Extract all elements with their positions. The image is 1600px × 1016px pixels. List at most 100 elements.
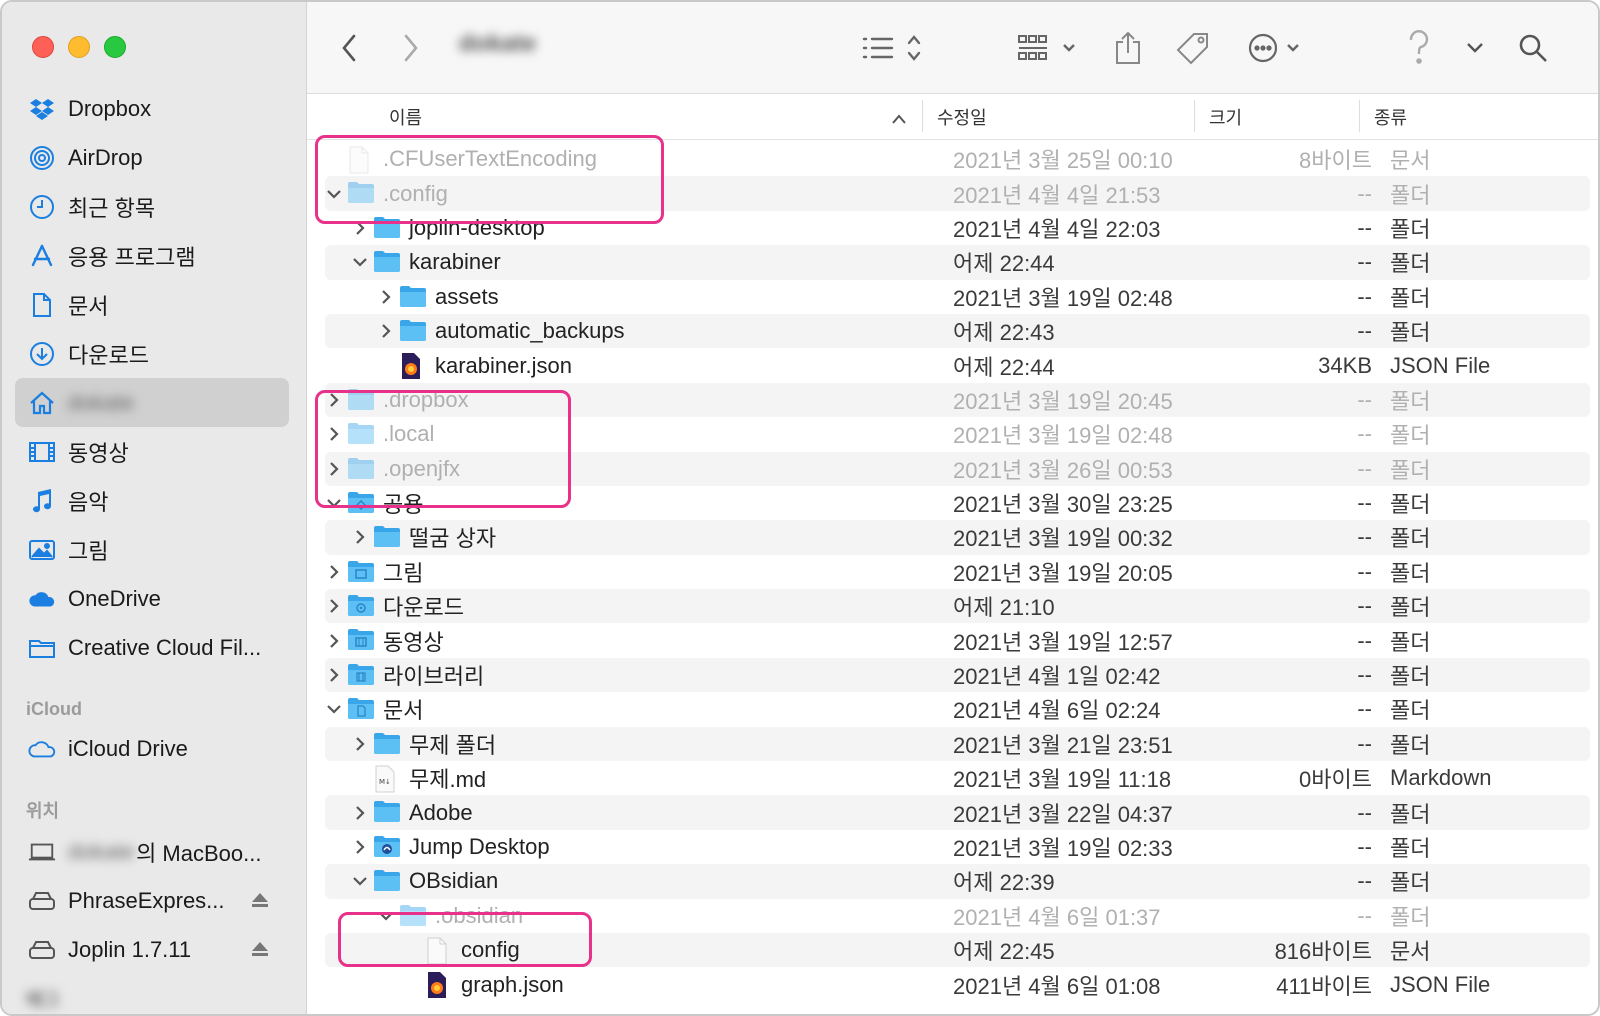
sidebar-item-macbook[interactable]: dokate 의 MacBoo... — [2, 827, 307, 876]
disclosure-open-icon[interactable] — [351, 253, 369, 271]
sidebar-item-icloud-drive[interactable]: iCloud Drive — [2, 724, 307, 773]
file-kind: 폴더 — [1390, 595, 1431, 621]
file-modified: 2021년 3월 19일 02:48 — [953, 423, 1173, 449]
overflow-button[interactable] — [1465, 26, 1485, 70]
sidebar-item-onedrive[interactable]: OneDrive — [2, 574, 307, 623]
eject-icon[interactable] — [251, 937, 269, 963]
share-button[interactable] — [1113, 26, 1143, 70]
disclosure-closed-icon[interactable] — [325, 460, 343, 478]
disclosure-open-icon[interactable] — [325, 185, 343, 203]
sidebar-item-documents[interactable]: 문서 — [2, 280, 307, 329]
disclosure-closed-icon[interactable] — [377, 322, 395, 340]
column-kind[interactable]: 종류 — [1374, 104, 1407, 130]
table-row[interactable]: config 어제 22:45 816바이트 문서 — [307, 932, 1598, 968]
sort-ascending-icon[interactable] — [892, 108, 906, 129]
disclosure-open-icon[interactable] — [325, 494, 343, 512]
more-actions-button[interactable] — [1247, 26, 1309, 70]
sidebar-item-recents[interactable]: 최근 항목 — [2, 182, 307, 231]
table-row[interactable]: 라이브러리 2021년 4월 1일 02:42 -- 폴더 — [307, 657, 1598, 693]
table-row[interactable]: .config 2021년 4월 4일 21:53 -- 폴더 — [307, 176, 1598, 212]
svg-text:M↓: M↓ — [379, 778, 391, 786]
back-button[interactable] — [337, 26, 361, 70]
sidebar-item-home[interactable]: dokate — [2, 378, 307, 427]
zoom-button[interactable] — [104, 36, 126, 58]
file-modified: 2021년 3월 22일 04:37 — [953, 801, 1173, 827]
table-row[interactable]: 공용 2021년 3월 30일 23:25 -- 폴더 — [307, 486, 1598, 520]
forward-button[interactable] — [399, 26, 423, 70]
disclosure-closed-icon[interactable] — [325, 563, 343, 581]
file-kind: JSON File — [1390, 971, 1491, 997]
table-row[interactable]: .dropbox 2021년 3월 19일 20:45 -- 폴더 — [307, 382, 1598, 418]
drive-icon — [28, 887, 56, 915]
table-row[interactable]: Adobe 2021년 3월 22일 04:37 -- 폴더 — [307, 795, 1598, 831]
table-row[interactable]: OBsidian 어제 22:39 -- 폴더 — [307, 864, 1598, 899]
disclosure-open-icon[interactable] — [377, 907, 395, 925]
disclosure-open-icon[interactable] — [351, 872, 369, 890]
disclosure-closed-icon[interactable] — [351, 528, 369, 546]
table-row[interactable]: .CFUserTextEncoding 2021년 3월 25일 00:10 8바이… — [307, 142, 1598, 176]
column-size[interactable]: 크기 — [1209, 104, 1242, 130]
search-button[interactable] — [1517, 26, 1549, 70]
table-row[interactable]: M↓ 무제.md 2021년 3월 19일 11:18 0바이트 Markdown — [307, 761, 1598, 795]
file-kind: 폴더 — [1390, 836, 1431, 861]
table-row[interactable]: 다운로드 어제 21:10 -- 폴더 — [307, 589, 1598, 624]
file-size: -- — [1357, 558, 1372, 584]
table-row[interactable]: 동영상 2021년 3월 19일 12:57 -- 폴더 — [307, 623, 1598, 657]
group-button[interactable] — [1017, 26, 1079, 70]
table-row[interactable]: 그림 2021년 3월 19일 20:05 -- 폴더 — [307, 555, 1598, 589]
sidebar-item-music[interactable]: 음악 — [2, 476, 307, 525]
sidebar-item-pictures[interactable]: 그림 — [2, 525, 307, 574]
file-name: 무제.md — [409, 767, 487, 793]
drive-icon — [28, 936, 56, 964]
column-divider[interactable] — [1359, 100, 1360, 132]
column-modified[interactable]: 수정일 — [937, 104, 987, 130]
column-divider[interactable] — [922, 100, 923, 132]
table-row[interactable]: .local 2021년 3월 19일 02:48 -- 폴더 — [307, 417, 1598, 451]
disclosure-closed-icon[interactable] — [325, 425, 343, 443]
sidebar-item-phraseexpress[interactable]: PhraseExpres... — [2, 876, 307, 925]
table-row[interactable]: graph.json 2021년 4월 6일 01:08 411바이트 JSON Fi… — [307, 967, 1598, 1001]
table-row[interactable]: .openjfx 2021년 3월 26일 00:53 -- 폴더 — [307, 451, 1598, 487]
sidebar-item-applications[interactable]: 응용 프로그램 — [2, 231, 307, 280]
disclosure-closed-icon[interactable] — [351, 804, 369, 822]
sidebar-item-movies[interactable]: 동영상 — [2, 427, 307, 476]
disclosure-closed-icon[interactable] — [351, 838, 369, 856]
table-row[interactable]: 떨굼 상자 2021년 3월 19일 00:32 -- 폴더 — [307, 520, 1598, 556]
file-modified: 2021년 4월 4일 21:53 — [953, 182, 1161, 208]
sidebar-item-airdrop[interactable]: AirDrop — [2, 133, 307, 182]
table-row[interactable]: karabiner 어제 22:44 -- 폴더 — [307, 245, 1598, 280]
table-row[interactable]: Jump Desktop 2021년 3월 19일 02:33 -- 폴더 — [307, 830, 1598, 864]
disclosure-closed-icon[interactable] — [325, 632, 343, 650]
tag-button[interactable] — [1175, 26, 1211, 70]
sidebar-item-creative-cloud[interactable]: Creative Cloud Fil... — [2, 623, 307, 672]
disclosure-open-icon[interactable] — [325, 700, 343, 718]
clock-icon — [28, 193, 56, 221]
table-row[interactable]: 문서 2021년 4월 6일 02:24 -- 폴더 — [307, 692, 1598, 726]
table-row[interactable]: 무제 폴더 2021년 3월 21일 23:51 -- 폴더 — [307, 726, 1598, 762]
tag-icon — [1176, 33, 1208, 65]
table-row[interactable]: joplin-desktop 2021년 4월 4일 22:03 -- 폴더 — [307, 211, 1598, 245]
table-row[interactable]: .obsidian 2021년 4월 6일 01:37 -- 폴더 — [307, 899, 1598, 933]
minimize-button[interactable] — [68, 36, 90, 58]
column-name[interactable]: 이름 — [389, 104, 422, 130]
file-kind: Markdown — [1390, 765, 1492, 791]
disclosure-closed-icon[interactable] — [325, 666, 343, 684]
close-button[interactable] — [32, 36, 54, 58]
help-button[interactable] — [1407, 26, 1431, 70]
table-row[interactable]: karabiner.json 어제 22:44 34KB JSON File — [307, 348, 1598, 382]
sidebar-item-dropbox[interactable]: Dropbox — [2, 84, 307, 133]
disclosure-closed-icon[interactable] — [325, 597, 343, 615]
view-options-button[interactable] — [862, 26, 924, 70]
sidebar-item-joplin[interactable]: Joplin 1.7.11 — [2, 925, 307, 974]
file-size: 34KB — [1318, 352, 1372, 378]
disclosure-closed-icon[interactable] — [325, 391, 343, 409]
sidebar-item-downloads[interactable]: 다운로드 — [2, 329, 307, 378]
table-row[interactable]: assets 2021년 3월 19일 02:48 -- 폴더 — [307, 280, 1598, 314]
folder-icon — [347, 180, 375, 204]
column-divider[interactable] — [1194, 100, 1195, 132]
table-row[interactable]: automatic_backups 어제 22:43 -- 폴더 — [307, 313, 1598, 349]
disclosure-closed-icon[interactable] — [377, 288, 395, 306]
disclosure-closed-icon[interactable] — [351, 735, 369, 753]
disclosure-closed-icon[interactable] — [351, 219, 369, 237]
eject-icon[interactable] — [251, 888, 269, 914]
